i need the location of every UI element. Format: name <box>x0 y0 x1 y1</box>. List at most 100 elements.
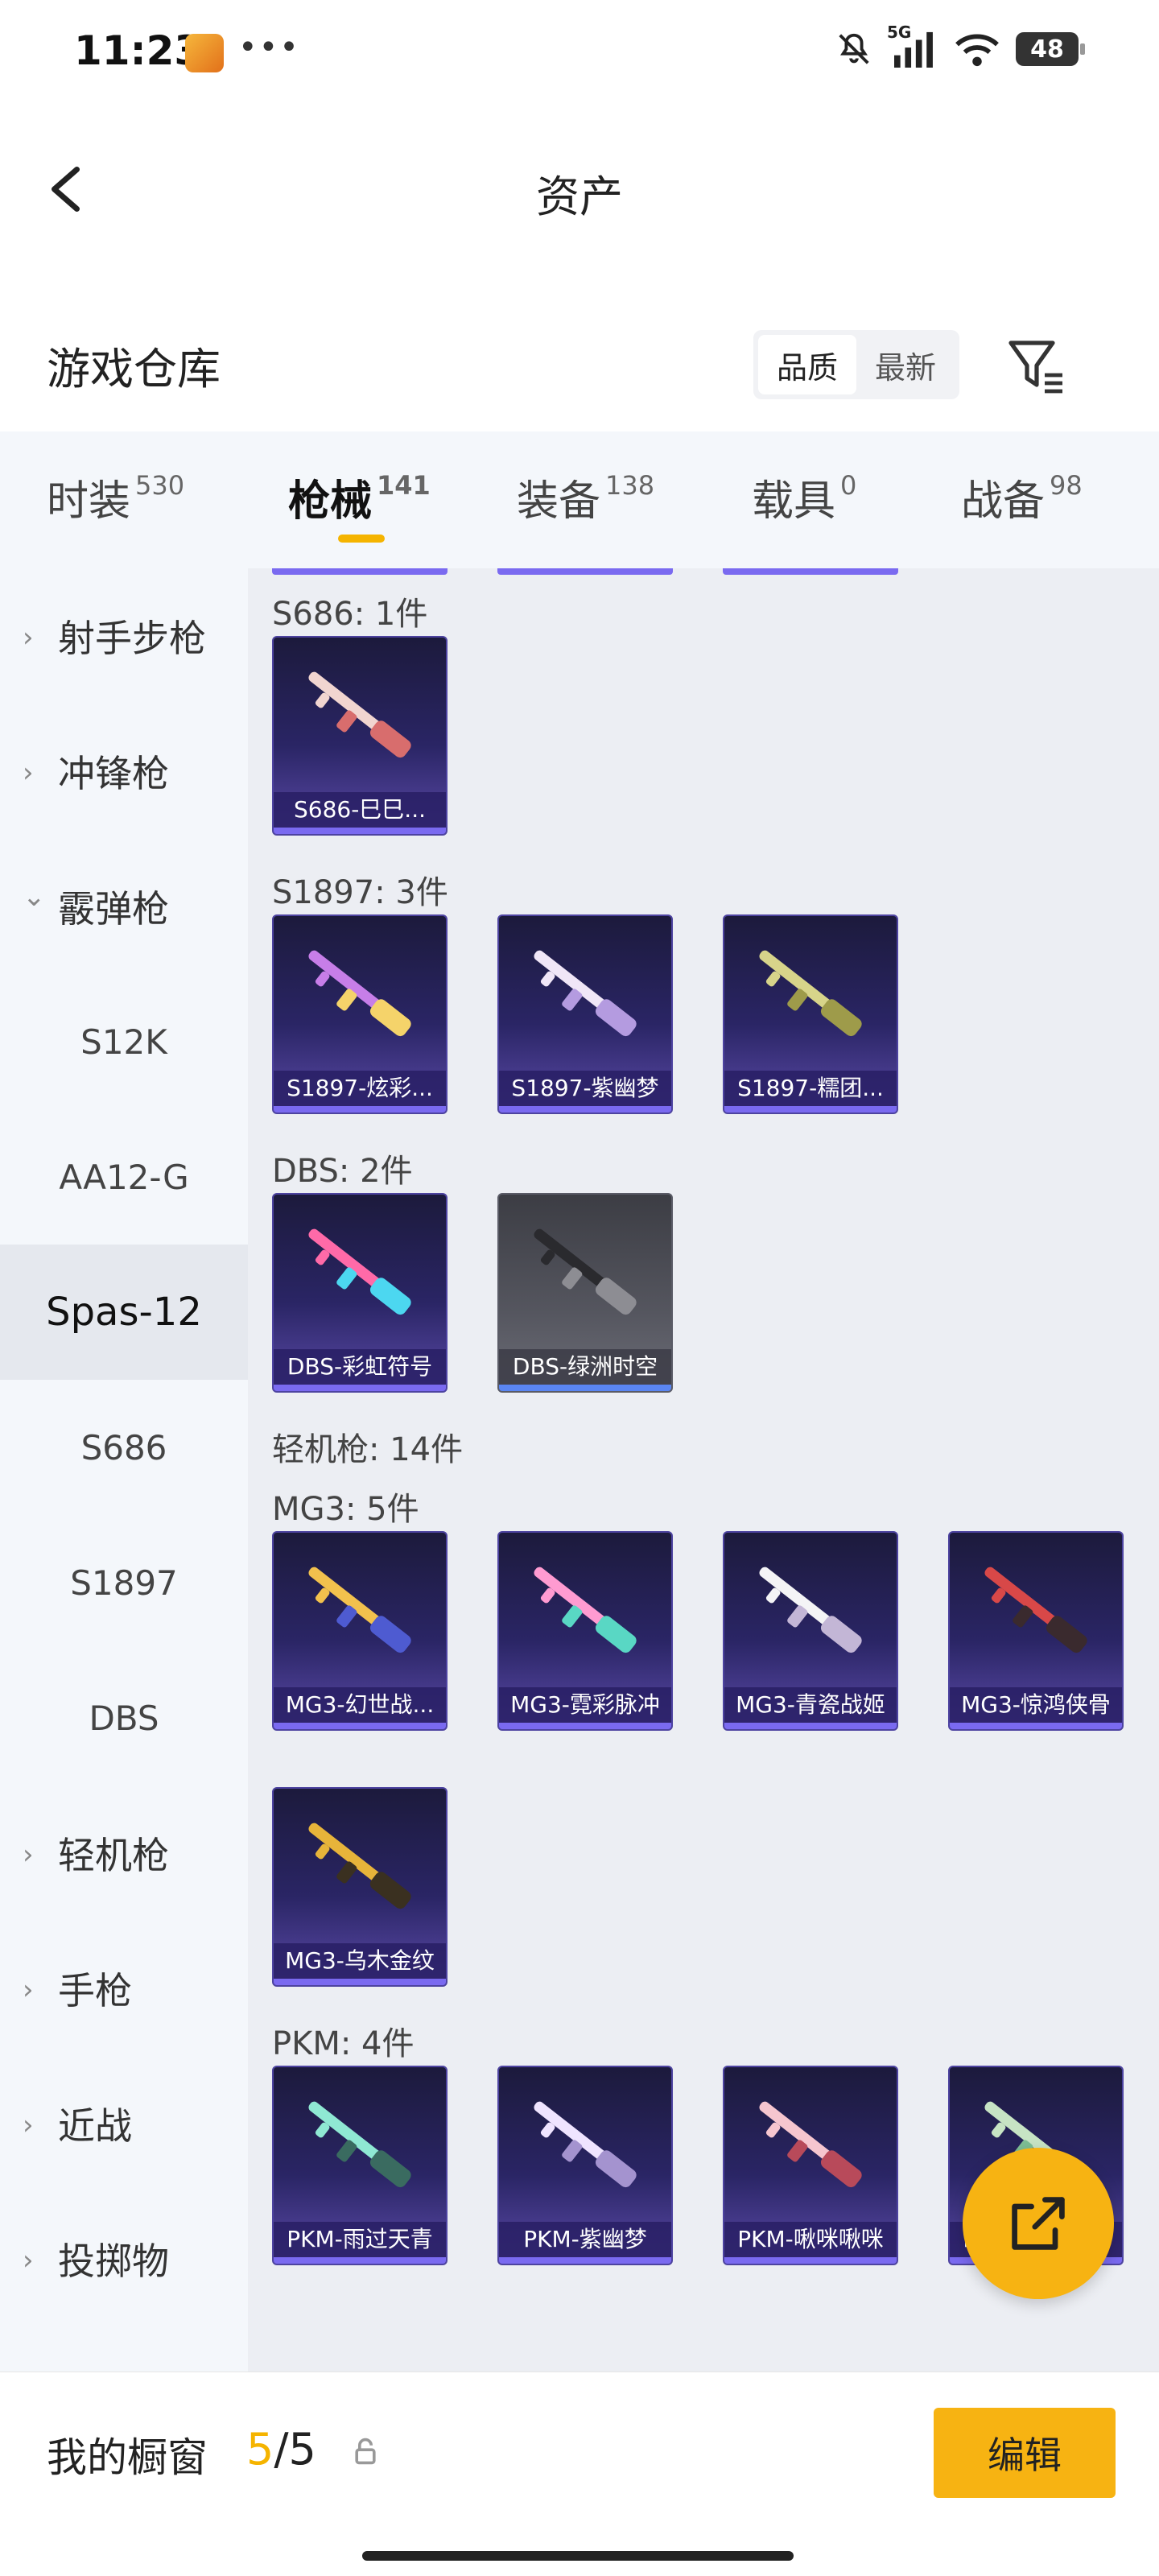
chevron-right-icon: › <box>23 1974 34 2006</box>
weapon-skin-card[interactable]: MG3-惊鸿侠骨 <box>948 1531 1124 1731</box>
weapon-skin-card[interactable]: S686-巳巳... <box>272 636 448 836</box>
weapon-image <box>308 2101 411 2188</box>
rarity-bar <box>274 1106 446 1113</box>
tab-equipment[interactable]: 装备 138 <box>517 467 654 527</box>
sidebar-item-label: AA12-G <box>59 1157 189 1197</box>
weapon-skin-card[interactable]: DBS-彩虹符号 <box>272 1193 448 1393</box>
sidebar-item[interactable]: › 手枪 <box>0 1921 248 2056</box>
sidebar-item[interactable]: ⌄ 霰弹枪 <box>0 839 248 974</box>
weapon-skin-card[interactable]: S1897-炫彩... <box>272 914 448 1114</box>
weapon-skin-card[interactable]: PKM-啾咪啾咪 <box>723 2066 898 2265</box>
weapon-category-sidebar: › 射手步枪 › 冲锋枪 ⌄ 霰弹枪 S12K AA12-G Spas-12 S686 S1897 D… <box>0 568 248 2372</box>
sidebar-item-label: 投掷物 <box>58 2240 169 2283</box>
rarity-bar <box>499 1106 671 1113</box>
group-label: S686: 1件 <box>272 596 428 633</box>
status-indicators: 5G 48 <box>835 23 1085 68</box>
tab-count: 98 <box>1050 470 1083 501</box>
lock-icon <box>355 2438 376 2465</box>
sidebar-item[interactable]: › 冲锋枪 <box>0 704 248 839</box>
weapon-image <box>984 1567 1087 1653</box>
showcase-label: 我的橱窗 <box>47 2434 208 2481</box>
edit-button[interactable]: 编辑 <box>934 2408 1116 2498</box>
weapon-skin-name: S1897-炫彩... <box>274 1071 446 1106</box>
sidebar-item-label: S686 <box>80 1427 167 1468</box>
rarity-bar <box>499 1723 671 1729</box>
sidebar-item[interactable]: › 近战 <box>0 2056 248 2191</box>
tab-label: 枪械 <box>288 477 373 526</box>
weapon-skin-card[interactable]: PKM-雨过天青 <box>272 2066 448 2265</box>
chevron-right-icon: › <box>23 2244 34 2277</box>
sidebar-item[interactable]: Spas-12 <box>0 1245 248 1380</box>
tab-fashion[interactable]: 时装 530 <box>47 467 184 527</box>
tab-firearms[interactable]: 枪械 141 <box>288 467 431 527</box>
weapon-image <box>759 2101 862 2188</box>
weapon-skin-name: S1897-糯团... <box>724 1071 897 1106</box>
sidebar-item-label: 射手步枪 <box>58 617 206 660</box>
chevron-right-icon: › <box>23 2109 34 2141</box>
category-tabs: 时装 530 枪械 141 装备 138 载具 0 战备 98 <box>0 431 1159 568</box>
tab-vehicles[interactable]: 载具 0 <box>752 467 856 527</box>
share-external-icon <box>1012 2197 1065 2250</box>
status-bar: 11:23 ••• 5G 48 <box>0 0 1159 105</box>
showcase-count: 5/5 <box>246 2424 316 2475</box>
sidebar-item[interactable]: DBS <box>0 1650 248 1785</box>
sidebar-item[interactable]: AA12-G <box>0 1109 248 1245</box>
weapon-skin-name: DBS-彩虹符号 <box>274 1349 446 1385</box>
warehouse-bar: 游戏仓库 品质 最新 <box>0 314 1159 411</box>
game-app-icon <box>185 34 224 72</box>
status-time: 11:23 <box>74 27 203 74</box>
rarity-bar <box>950 1723 1122 1729</box>
tab-label: 战备 <box>961 477 1046 526</box>
group-label: S1897: 3件 <box>272 874 448 911</box>
sidebar-item[interactable]: › 轻机枪 <box>0 1785 248 1921</box>
page-header: 资产 <box>0 137 1159 242</box>
sidebar-item[interactable]: S1897 <box>0 1515 248 1650</box>
weapon-skin-card[interactable]: MG3-乌木金纹 <box>272 1787 448 1987</box>
filter-icon[interactable] <box>1004 333 1069 398</box>
weapon-skin-card[interactable]: DBS-绿洲时空 <box>497 1193 673 1393</box>
home-indicator <box>362 2551 794 2561</box>
weapon-skin-name: PKM-紫幽梦 <box>499 2222 671 2257</box>
sidebar-item-label: S12K <box>80 1022 167 1062</box>
sort-newest-button[interactable]: 最新 <box>856 335 955 394</box>
weapon-image <box>534 950 637 1037</box>
weapon-grid: S686: 1件 S686-巳巳... S1897: 3件 S1897-炫彩... S1… <box>248 568 1159 2372</box>
sidebar-item[interactable]: › 投掷物 <box>0 2191 248 2326</box>
sidebar-item[interactable]: S12K <box>0 974 248 1109</box>
previous-card-edge <box>723 568 898 575</box>
weapon-image <box>759 950 862 1037</box>
weapon-skin-name: MG3-霓彩脉冲 <box>499 1687 671 1723</box>
sidebar-item-label: 手枪 <box>58 1969 132 2013</box>
weapon-skin-name: MG3-乌木金纹 <box>274 1943 446 1979</box>
cellular-signal-icon: 5G <box>887 23 938 68</box>
share-float-button[interactable] <box>963 2148 1114 2299</box>
rarity-bar <box>274 1385 446 1391</box>
weapon-skin-card[interactable]: PKM-紫幽梦 <box>497 2066 673 2265</box>
sidebar-item[interactable]: › 射手步枪 <box>0 568 248 704</box>
chevron-right-icon: › <box>23 1839 34 1871</box>
weapon-skin-card[interactable]: MG3-霓彩脉冲 <box>497 1531 673 1731</box>
tab-label: 时装 <box>47 477 131 526</box>
weapon-skin-name: S1897-紫幽梦 <box>499 1071 671 1106</box>
weapon-skin-card[interactable]: S1897-糯团... <box>723 914 898 1114</box>
active-tab-indicator <box>338 535 385 543</box>
page-title: 资产 <box>536 171 623 222</box>
weapon-image <box>308 950 411 1037</box>
rarity-bar <box>274 1723 446 1729</box>
tab-supplies[interactable]: 战备 98 <box>961 467 1083 527</box>
status-more-dots: ••• <box>238 29 300 66</box>
group-label: MG3: 5件 <box>272 1491 419 1528</box>
rarity-bar <box>499 2257 671 2264</box>
weapon-skin-name: PKM-啾咪啾咪 <box>724 2222 897 2257</box>
sort-quality-button[interactable]: 品质 <box>758 335 856 394</box>
tab-count: 141 <box>377 470 431 501</box>
weapon-skin-card[interactable]: S1897-紫幽梦 <box>497 914 673 1114</box>
tab-count: 530 <box>135 470 185 501</box>
weapon-skin-name: MG3-幻世战... <box>274 1687 446 1723</box>
weapon-skin-card[interactable]: MG3-青瓷战姬 <box>723 1531 898 1731</box>
weapon-skin-card[interactable]: MG3-幻世战... <box>272 1531 448 1731</box>
mute-bell-icon <box>839 33 869 64</box>
tab-count: 138 <box>605 470 655 501</box>
sort-toggle: 品质 最新 <box>753 330 959 399</box>
sidebar-item[interactable]: S686 <box>0 1380 248 1515</box>
